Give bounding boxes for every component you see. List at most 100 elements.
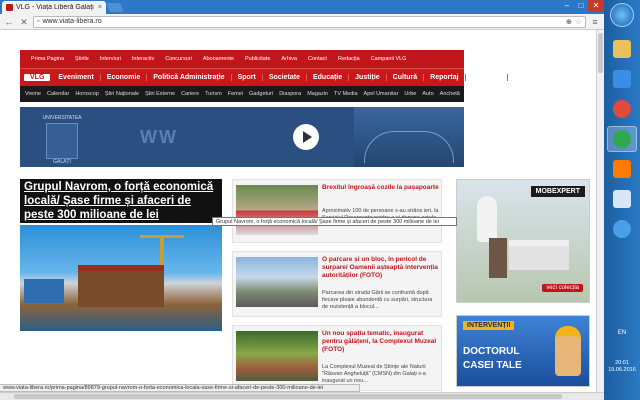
window-icon — [613, 190, 631, 208]
story-headline[interactable]: Un nou spațiu tematic, inaugurat pentru … — [322, 330, 440, 354]
maximize-button[interactable]: □ — [574, 0, 588, 12]
taskbar-chrome-2[interactable] — [607, 126, 637, 152]
top-link[interactable]: Interviuri — [95, 56, 126, 62]
top-link[interactable]: Contact — [303, 56, 332, 62]
story-card[interactable]: Brexitul îngroașă cozile la pașapoarte A… — [232, 179, 442, 243]
top-link[interactable]: Arhiva — [276, 56, 302, 62]
browser-tab[interactable]: VLG - Viața Liberă Galați × — [2, 1, 106, 14]
university-banner[interactable]: UNIVERSITATEA GALAȚI WW — [20, 107, 464, 167]
language-indicator[interactable]: EN — [604, 330, 640, 336]
address-bar[interactable]: ▫ www.viata-libera.ro ⊕ ☆ — [33, 15, 586, 28]
taskbar-explorer[interactable] — [607, 36, 637, 62]
subnav-item[interactable]: Anchetă — [437, 91, 463, 97]
subnav-item[interactable]: Diaspora — [276, 91, 304, 97]
story-thumbnail[interactable] — [236, 185, 318, 235]
subnav-item[interactable]: TV Media — [331, 91, 361, 97]
ad-line-1: DOCTORUL — [463, 346, 520, 357]
featured-article[interactable]: Grupul Navrom, o forță economică locală/… — [20, 179, 222, 331]
subnav-item[interactable]: Știri Externe — [142, 91, 178, 97]
nav-item[interactable]: Economie — [101, 74, 148, 81]
featured-headline[interactable]: Grupul Navrom, o forță economică locală/… — [20, 179, 222, 223]
ad-person — [477, 196, 497, 242]
shipyard-photo[interactable] — [20, 225, 222, 331]
taskbar-window[interactable] — [607, 186, 637, 212]
minimize-button[interactable]: – — [560, 0, 574, 12]
story-thumbnail[interactable] — [236, 331, 318, 381]
site-container: Prima Pagina Știrile Interviuri Interactiv C… — [20, 50, 590, 400]
browser-window: VLG - Viața Liberă Galați × – □ ✕ ← ✕ ▫ … — [0, 0, 604, 400]
nav-item[interactable]: Educație — [307, 74, 350, 81]
story-card[interactable]: O parcare și un bloc, în pericol de surp… — [232, 251, 442, 317]
story-card[interactable]: Un nou spațiu tematic, inaugurat pentru … — [232, 325, 442, 391]
subnav-item[interactable]: Urbe — [401, 91, 419, 97]
mobexpert-ad[interactable]: MOBEXPERT vezi colecția — [456, 179, 590, 303]
horizontal-scrollbar[interactable] — [0, 392, 604, 400]
orange-icon — [613, 160, 631, 178]
subnav-item[interactable]: Femei — [225, 91, 246, 97]
ad-worker-illustration — [555, 326, 581, 376]
status-url-bar: www.viata-libera.ro/prima-pagina/89879-g… — [0, 384, 360, 392]
interventii-ad[interactable]: INTERVENȚII DOCTORUL CASEI TALE — [456, 315, 590, 387]
windows-taskbar: EN 20:01 19.06.2016 — [604, 0, 640, 400]
subnav-item[interactable]: Turism — [202, 91, 225, 97]
top-links-bar: Prima Pagina Știrile Interviuri Interactiv C… — [20, 50, 464, 68]
play-video-icon[interactable] — [293, 124, 319, 150]
stop-button[interactable]: ✕ — [18, 16, 30, 28]
nav-item[interactable]: Politică Administrație — [147, 74, 232, 81]
subnav-item[interactable]: Apel Umanitar — [361, 91, 402, 97]
subnav-item[interactable]: Minor — [463, 91, 464, 97]
top-link[interactable]: Redacția — [333, 56, 365, 62]
subnav-item[interactable]: Gadgeturi — [246, 91, 276, 97]
nav-item[interactable]: Cultură — [387, 74, 425, 81]
nav-item[interactable]: Sănătate — [466, 74, 508, 81]
clock[interactable]: 20:01 19.06.2016 — [604, 360, 640, 374]
sub-navigation: Vreme Calendar Horoscop Știri Naționale Știr… — [20, 86, 464, 102]
taskbar-media[interactable] — [607, 66, 637, 92]
taskbar-chrome-1[interactable] — [607, 96, 637, 122]
nav-item[interactable]: Eveniment — [52, 74, 101, 81]
new-tab-button[interactable] — [106, 3, 124, 12]
subnav-item[interactable]: Auto — [419, 91, 436, 97]
nav-vlg[interactable]: VLG — [24, 74, 51, 81]
nav-item[interactable]: Sport — [232, 74, 263, 81]
window-close-button[interactable]: ✕ — [588, 0, 604, 12]
story-headline[interactable]: O parcare și un bloc, în pericol de surp… — [322, 256, 440, 280]
featured-headline-link[interactable]: Grupul Navrom, o forță economică locală/… — [24, 181, 213, 221]
nav-item[interactable]: Justiție — [349, 74, 387, 81]
nav-item[interactable]: Reportaj — [424, 74, 466, 81]
taskbar-orange[interactable] — [607, 156, 637, 182]
folder-icon — [613, 40, 631, 58]
top-link[interactable]: Știrile — [70, 56, 94, 62]
story-headline[interactable]: Brexitul îngroașă cozile la pașapoarte — [322, 184, 440, 192]
ad-cta-button[interactable]: vezi colecția — [542, 284, 583, 292]
university-label: UNIVERSITATEA — [42, 115, 82, 121]
subnav-item[interactable]: Magazin — [304, 91, 331, 97]
ad-chair — [489, 238, 507, 278]
tab-close-icon[interactable]: × — [98, 4, 102, 11]
vertical-scrollbar[interactable] — [596, 30, 604, 392]
ad-line-2: CASEI TALE — [463, 360, 522, 371]
taskbar-ie[interactable] — [607, 216, 637, 242]
back-button[interactable]: ← — [3, 16, 15, 28]
top-link[interactable]: Interactiv — [127, 56, 159, 62]
bookmark-star-icon[interactable]: ☆ — [575, 17, 582, 26]
top-link[interactable]: Concursuri — [160, 56, 197, 62]
start-button[interactable] — [610, 3, 634, 27]
subnav-item[interactable]: Cariere — [178, 91, 202, 97]
tower-icon — [46, 123, 78, 159]
url-text: www.viata-libera.ro — [42, 18, 102, 25]
content-area: Grupul Navrom, o forță economică locală/… — [20, 179, 590, 400]
menu-icon[interactable]: ≡ — [589, 16, 601, 28]
zoom-icon[interactable]: ⊕ — [566, 18, 572, 26]
subnav-item[interactable]: Horoscop — [72, 91, 102, 97]
subnav-item[interactable]: Știri Naționale — [102, 91, 142, 97]
main-navigation: VLG Eveniment Economie Politică Administra… — [20, 68, 508, 86]
subnav-item[interactable]: Vreme — [22, 91, 44, 97]
subnav-item[interactable]: Calendar — [44, 91, 72, 97]
nav-item[interactable]: Societate — [263, 74, 307, 81]
story-thumbnail[interactable] — [236, 257, 318, 307]
top-link[interactable]: Publicitate — [240, 56, 275, 62]
top-link[interactable]: Prima Pagina — [26, 56, 69, 62]
top-link[interactable]: Abonamente — [198, 56, 239, 62]
top-link[interactable]: Campanii VLG — [366, 56, 412, 62]
